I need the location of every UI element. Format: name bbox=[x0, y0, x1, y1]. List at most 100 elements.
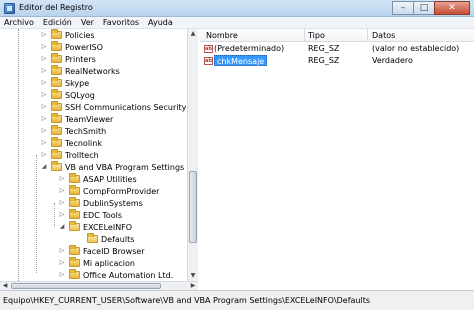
collapse-icon[interactable]: ◢ bbox=[40, 163, 48, 171]
menu-favoritos[interactable]: Favoritos bbox=[103, 18, 139, 27]
expand-icon[interactable]: ▷ bbox=[58, 175, 66, 183]
tree-item-label: PowerISO bbox=[65, 42, 103, 52]
tree-item[interactable]: ▷ Skype bbox=[40, 77, 89, 89]
values-list[interactable]: Nombre Tipo Datos ab (Predeterminado) RE… bbox=[200, 29, 474, 290]
menu-ver[interactable]: Ver bbox=[81, 18, 94, 27]
tree-item[interactable]: Defaults bbox=[76, 233, 134, 245]
value-type: REG_SZ bbox=[308, 56, 340, 65]
tree-item-label: EDC Tools bbox=[83, 210, 123, 220]
expand-icon[interactable]: ▷ bbox=[40, 55, 48, 63]
tree-item[interactable]: ▷ FaceID Browser bbox=[58, 245, 145, 257]
tree-item[interactable]: ◢ VB and VBA Program Settings bbox=[40, 161, 184, 173]
scroll-right-icon[interactable]: ▶ bbox=[188, 282, 198, 290]
scroll-thumb[interactable] bbox=[189, 171, 197, 243]
value-name[interactable]: chkMensaje bbox=[214, 55, 268, 66]
tree-item[interactable]: ▷ Trolltech bbox=[40, 149, 99, 161]
expand-icon[interactable]: ▷ bbox=[40, 31, 48, 39]
folder-icon bbox=[51, 29, 62, 39]
folder-icon bbox=[69, 221, 80, 231]
tree-guide-line bbox=[54, 203, 55, 227]
tree-item[interactable]: ▷ TeamViewer bbox=[40, 113, 113, 125]
tree-item-label: Defaults bbox=[101, 234, 135, 244]
value-data: Verdadero bbox=[372, 56, 413, 65]
column-datos[interactable]: Datos bbox=[372, 31, 395, 40]
tree-item[interactable]: ▷ RealNetworks bbox=[40, 65, 120, 77]
tree-item[interactable]: ▷ DublinSystems bbox=[58, 197, 143, 209]
tree-item-label: SQLyog bbox=[65, 90, 95, 100]
tree-item[interactable]: ▷ Policies bbox=[40, 29, 95, 41]
expand-icon[interactable]: ▷ bbox=[58, 271, 66, 279]
registry-editor-icon bbox=[4, 3, 15, 14]
minimize-button[interactable]: – bbox=[392, 1, 414, 15]
expand-icon[interactable]: ▷ bbox=[40, 115, 48, 123]
scroll-left-icon[interactable]: ◀ bbox=[0, 282, 10, 290]
expand-icon[interactable]: ▷ bbox=[40, 67, 48, 75]
tree-item[interactable]: ▷ SSH Communications Security bbox=[40, 101, 186, 113]
expand-icon[interactable]: ▷ bbox=[58, 187, 66, 195]
expand-icon[interactable]: ▷ bbox=[40, 151, 48, 159]
tree-vertical-scrollbar[interactable]: ▲ ▼ bbox=[187, 29, 198, 281]
column-divider[interactable] bbox=[367, 29, 368, 42]
status-bar: Equipo\HKEY_CURRENT_USER\Software\VB and… bbox=[0, 290, 474, 310]
close-button[interactable]: ✕ bbox=[434, 1, 470, 15]
tree-item-label: Policies bbox=[65, 30, 95, 40]
registry-tree[interactable]: ▷ Policies ▷ PowerISO ▷ Printers ▷ RealNetworks… bbox=[0, 29, 198, 289]
value-data: (valor no establecido) bbox=[372, 44, 460, 53]
tree-guide-line bbox=[36, 155, 37, 273]
tree-item-label: CompFormProvider bbox=[83, 186, 160, 196]
tree-item[interactable]: ▷ EDC Tools bbox=[58, 209, 122, 221]
tree-item[interactable]: ▷ Mi aplicacion bbox=[58, 257, 135, 269]
expand-icon[interactable]: ▷ bbox=[40, 127, 48, 135]
string-value-icon: ab bbox=[204, 57, 213, 65]
expand-icon[interactable]: ▷ bbox=[40, 139, 48, 147]
tree-item[interactable]: ▷ Tecnolink bbox=[40, 137, 102, 149]
maximize-button[interactable]: □ bbox=[413, 1, 435, 15]
tree-item[interactable]: ▷ SQLyog bbox=[40, 89, 95, 101]
value-row-selected[interactable]: ab chkMensaje REG_SZ Verdadero bbox=[200, 55, 474, 67]
expand-icon[interactable]: ▷ bbox=[58, 247, 66, 255]
column-divider[interactable] bbox=[304, 29, 305, 42]
folder-icon bbox=[69, 173, 80, 183]
scroll-down-icon[interactable]: ▼ bbox=[188, 271, 198, 281]
tree-item[interactable]: ▷ ASAP Utilities bbox=[58, 173, 137, 185]
tree-item[interactable]: ▷ CompFormProvider bbox=[58, 185, 159, 197]
column-tipo[interactable]: Tipo bbox=[308, 31, 325, 40]
scroll-up-icon[interactable]: ▲ bbox=[188, 29, 198, 39]
expand-icon[interactable]: ▷ bbox=[40, 103, 48, 111]
scroll-thumb-horizontal[interactable] bbox=[11, 283, 161, 289]
expand-icon[interactable]: ▷ bbox=[40, 43, 48, 51]
value-row[interactable]: ab (Predeterminado) REG_SZ (valor no est… bbox=[200, 43, 474, 55]
tree-item-label: RealNetworks bbox=[65, 66, 120, 76]
expand-icon[interactable]: ▷ bbox=[58, 211, 66, 219]
folder-icon bbox=[69, 269, 80, 279]
menu-edicion[interactable]: Edición bbox=[43, 18, 72, 27]
tree-item-label: TechSmith bbox=[65, 126, 107, 136]
tree-guide-line bbox=[18, 29, 19, 281]
expand-icon[interactable]: ▷ bbox=[58, 199, 66, 207]
expand-icon[interactable]: ▷ bbox=[40, 79, 48, 87]
tree-item[interactable]: ▷ PowerISO bbox=[40, 41, 103, 53]
menu-ayuda[interactable]: Ayuda bbox=[148, 18, 173, 27]
string-value-icon: ab bbox=[204, 45, 213, 53]
collapse-icon[interactable]: ◢ bbox=[58, 223, 66, 231]
folder-icon bbox=[51, 41, 62, 51]
expand-icon[interactable]: ▷ bbox=[58, 259, 66, 267]
folder-icon bbox=[69, 257, 80, 267]
tree-item[interactable]: ▷ TechSmith bbox=[40, 125, 106, 137]
tree-item[interactable]: ◢ EXCELeINFO bbox=[58, 221, 132, 233]
registry-path: Equipo\HKEY_CURRENT_USER\Software\VB and… bbox=[3, 296, 371, 305]
window-title: Editor del Registro bbox=[19, 3, 93, 12]
column-nombre[interactable]: Nombre bbox=[206, 31, 238, 40]
folder-icon bbox=[51, 113, 62, 123]
tree-item-label: EXCELeINFO bbox=[83, 222, 133, 232]
menu-archivo[interactable]: Archivo bbox=[4, 18, 34, 27]
tree-item[interactable]: ▷ Printers bbox=[40, 53, 96, 65]
window-controls: – □ ✕ bbox=[392, 1, 470, 15]
folder-icon bbox=[51, 101, 62, 111]
tree-item-label: TeamViewer bbox=[65, 114, 114, 124]
expand-icon[interactable]: ▷ bbox=[40, 91, 48, 99]
tree-horizontal-scrollbar[interactable]: ◀ ▶ bbox=[0, 281, 198, 290]
tree-item-label: FaceID Browser bbox=[83, 246, 145, 256]
tree-item-label: Trolltech bbox=[65, 150, 99, 160]
tree-item[interactable]: ▷ Office Automation Ltd. bbox=[58, 269, 173, 281]
